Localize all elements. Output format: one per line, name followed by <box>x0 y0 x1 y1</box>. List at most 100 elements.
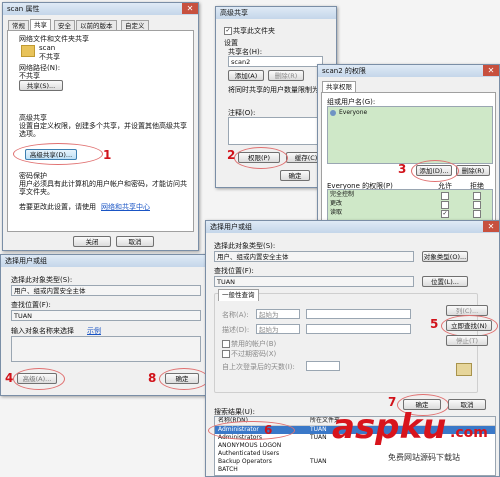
share-name-field[interactable]: scan2 <box>228 56 323 67</box>
object-type-label: 选择此对象类型(S): <box>11 276 73 284</box>
annotation-number-3: 3 <box>398 162 407 176</box>
network-center-link[interactable]: 网络和共享中心 <box>101 202 150 212</box>
full-control-allow-checkbox[interactable] <box>441 192 449 200</box>
close-button[interactable]: 关闭 <box>73 236 111 247</box>
disabled-accounts-checkbox[interactable] <box>222 340 230 348</box>
desc-input[interactable] <box>306 324 411 334</box>
example-link[interactable]: 示例 <box>87 326 101 336</box>
location-label: 查找位置(F): <box>214 267 254 275</box>
read-allow-checkbox[interactable]: ✓ <box>441 210 449 218</box>
days-label: 自上次登录后的天数(I): <box>222 363 295 371</box>
table-cell-folder: TUAN <box>310 426 327 433</box>
annotation-number-8: 8 <box>148 371 157 385</box>
annotation-circle-6 <box>208 421 295 440</box>
table-row[interactable]: BATCH <box>218 466 238 474</box>
title-bar: 选择用户或组 ✕ <box>206 221 499 233</box>
cancel-button[interactable]: 取消 <box>116 236 154 247</box>
password-desc: 用户必须具有此计算机的用户帐户和密码，才能访问共享文件夹。 <box>19 180 187 196</box>
close-icon[interactable]: ✕ <box>182 3 198 14</box>
no-expire-checkbox[interactable] <box>222 350 230 358</box>
object-types-button[interactable]: 对象类型(O)... <box>422 251 468 262</box>
window-title: scan 属性 <box>7 5 40 13</box>
annotation-number-1: 1 <box>103 148 112 162</box>
object-name-input[interactable] <box>11 336 201 362</box>
no-expire-label: 不过期密码(X) <box>231 350 277 358</box>
remove-share-button[interactable]: 删除(R) <box>268 70 304 81</box>
perm-change: 更改 <box>330 200 343 207</box>
ok-button[interactable]: 确定 <box>280 170 310 181</box>
window-title: 选择用户或组 <box>210 223 252 231</box>
folder-status: 不共享 <box>39 53 60 61</box>
annotation-number-5: 5 <box>430 317 439 331</box>
annotation-circle-4 <box>13 368 65 390</box>
annotation-circle-1 <box>13 143 103 165</box>
table-row[interactable]: Backup Operators <box>218 458 272 466</box>
folder-icon <box>21 45 35 57</box>
share-folder-checkbox[interactable]: ✓ <box>224 27 232 35</box>
share-folder-label: 共享此文件夹 <box>233 27 275 35</box>
change-allow-checkbox[interactable] <box>441 201 449 209</box>
window-title: scan2 的权限 <box>322 67 366 75</box>
location-field: TUAN <box>214 276 414 287</box>
tab-common-queries[interactable]: 一般性查询 <box>218 289 259 301</box>
name-input[interactable] <box>306 309 411 319</box>
object-type-field: 用户、组或内置安全主体 <box>11 285 201 296</box>
permissions-window: scan2 的权限 ✕ 共享权限 组或用户名(G): Everyone 添加(D)… <box>317 64 500 232</box>
annotation-circle-3 <box>411 160 459 182</box>
read-deny-checkbox[interactable] <box>473 210 481 218</box>
query-icon <box>456 363 472 376</box>
folder-name: scan <box>39 44 56 52</box>
disabled-accounts-label: 禁用的帐户(B) <box>231 340 277 348</box>
remove-user-button[interactable]: 删除(R) <box>456 165 490 176</box>
window-title: 选择用户或组 <box>5 257 47 265</box>
change-deny-checkbox[interactable] <box>473 201 481 209</box>
name-match-select[interactable]: 起始为 <box>256 309 300 319</box>
perm-read: 读取 <box>330 209 343 216</box>
comment-field[interactable] <box>228 117 323 145</box>
stop-button[interactable]: 停止(T) <box>446 335 488 346</box>
annotation-circle-2 <box>234 147 288 169</box>
annotation-circle-5 <box>441 315 498 337</box>
user-limit-label: 将同时共享的用户数量限制为(L): <box>228 86 323 94</box>
name-label: 名称(A): <box>222 311 249 319</box>
full-control-deny-checkbox[interactable] <box>473 192 481 200</box>
object-name-label: 输入对象名称来选择 <box>11 327 74 335</box>
table-row[interactable]: ANONYMOUS LOGON <box>218 442 281 450</box>
users-icon <box>330 110 336 116</box>
location-label: 查找位置(F): <box>11 301 51 309</box>
annotation-number-4: 4 <box>5 371 14 385</box>
watermark: aspku .com 免费网站源码下载站 <box>332 408 492 470</box>
window-title: 高级共享 <box>220 9 248 17</box>
object-type-field: 用户、组或内置安全主体 <box>214 251 414 262</box>
watermark-logo: aspku <box>332 407 447 447</box>
title-bar: 高级共享 <box>216 7 336 19</box>
password-link-prefix: 若要更改此设置，请使用 <box>19 203 96 211</box>
share-button[interactable]: 共享(S)... <box>19 80 63 91</box>
advanced-sharing-desc: 设置自定义权限，创建多个共享，并设置其他高级共享选项。 <box>19 122 187 138</box>
select-users-window: 选择用户或组 选择此对象类型(S): 用户、组或内置安全主体 查找位置(F): … <box>0 254 209 396</box>
annotation-number-2: 2 <box>227 148 236 162</box>
title-bar: scan 属性 ✕ <box>3 3 198 15</box>
table-cell-folder: TUAN <box>310 434 327 441</box>
locations-button[interactable]: 位置(L)... <box>422 276 468 287</box>
add-share-button[interactable]: 添加(A) <box>228 70 264 81</box>
scan-properties-window: scan 属性 ✕ 常规 共享 安全 以前的版本 自定义 网络文件和文件夹共享 s… <box>2 2 199 251</box>
title-bar: 选择用户或组 <box>1 255 208 267</box>
annotation-circle-8 <box>159 368 209 390</box>
watermark-tld: .com <box>450 425 488 441</box>
table-row[interactable]: Authenticated Users <box>218 450 279 458</box>
perm-full-control: 完全控制 <box>330 191 355 198</box>
object-type-label: 选择此对象类型(S): <box>214 242 276 250</box>
close-icon[interactable]: ✕ <box>483 65 499 76</box>
group-item[interactable]: Everyone <box>339 109 367 117</box>
close-icon[interactable]: ✕ <box>483 221 499 232</box>
annotation-number-6: 6 <box>264 423 273 437</box>
watermark-sub: 免费网站源码下载站 <box>388 453 460 462</box>
sharing-header: 网络文件和文件夹共享 <box>19 35 89 43</box>
days-select[interactable] <box>306 361 340 371</box>
desc-label: 描述(D): <box>222 326 250 334</box>
table-cell-folder: TUAN <box>310 458 327 465</box>
title-bar: scan2 的权限 ✕ <box>318 65 499 77</box>
desc-match-select[interactable]: 起始为 <box>256 324 300 334</box>
location-field: TUAN <box>11 310 201 321</box>
